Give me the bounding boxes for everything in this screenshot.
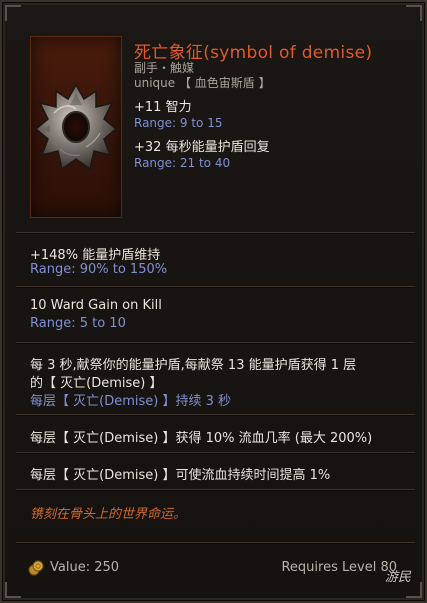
item-value: Value: 250: [50, 560, 120, 575]
watermark-logo: 游民: [384, 570, 411, 585]
lore-text: 镌刻在骨头上的世界命运。: [30, 507, 187, 522]
unique-effect-text: 每层【 灭亡(Demise) 】可使流血持续时间提高 1%: [30, 468, 331, 483]
level-requirement: Requires Level 80: [281, 560, 397, 575]
tooltip-header: 死亡象征(symbol of demise) 副手・触媒 unique 【 血色…: [16, 22, 415, 232]
unique-effect-text: 每层【 灭亡(Demise) 】获得 10% 流血几率 (最大 200%): [30, 431, 373, 446]
frame-corner: [5, 5, 21, 21]
tooltip-footer: Value: 250 Requires Level 80: [16, 550, 415, 588]
spiked-shield-catalyst-icon: [34, 83, 118, 171]
divider: [16, 414, 415, 415]
affix-text: 10 Ward Gain on Kill: [30, 298, 162, 313]
divider: [16, 489, 415, 490]
item-portrait: [30, 36, 122, 218]
implicit-range: Range: 21 to 40: [134, 156, 231, 170]
unique-effect-subtext: 每层【 灭亡(Demise) 】持续 3 秒: [30, 394, 231, 409]
item-rarity: unique 【 血色宙斯盾 】: [134, 76, 271, 90]
divider: [16, 232, 415, 233]
gold-coin-icon: [28, 560, 44, 576]
frame-corner: [406, 5, 422, 21]
unique-effect-text: 的【 灭亡(Demise) 】: [30, 376, 163, 391]
affix-range: Range: 90% to 150%: [30, 262, 168, 277]
divider: [16, 542, 415, 543]
affix-text: +148% 能量护盾维持: [30, 248, 161, 263]
implicit-stat: +32 每秒能量护盾回复: [134, 140, 270, 155]
divider: [16, 286, 415, 287]
unique-effect-text: 每 3 秒,献祭你的能量护盾,每献祭 13 能量护盾获得 1 层: [30, 358, 357, 373]
item-tooltip: 死亡象征(symbol of demise) 副手・触媒 unique 【 血色…: [0, 0, 427, 603]
divider: [16, 342, 415, 343]
implicit-range: Range: 9 to 15: [134, 116, 223, 130]
affix-range: Range: 5 to 10: [30, 316, 126, 331]
implicit-stat: +11 智力: [134, 100, 192, 115]
divider: [16, 452, 415, 453]
